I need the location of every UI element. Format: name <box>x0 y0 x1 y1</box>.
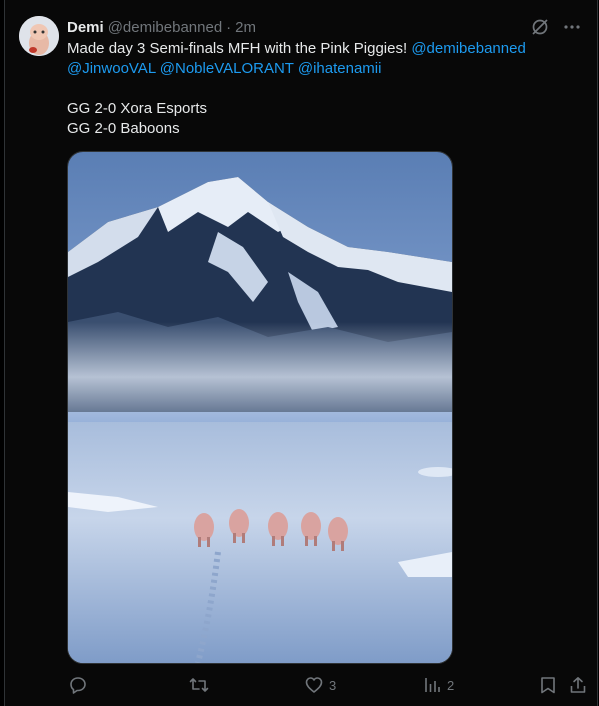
retweet-icon <box>189 678 209 692</box>
views-button[interactable]: 2 <box>423 674 454 696</box>
user-handle[interactable]: @demibebanned <box>108 19 222 36</box>
tweet-text: Made day 3 Semi-finals MFH with the Pink… <box>67 39 567 139</box>
bookmark-icon <box>541 677 555 694</box>
mention-link[interactable]: @demibebanned <box>411 40 525 57</box>
share-icon <box>570 677 586 693</box>
mention-link[interactable]: @ihatenamii <box>298 60 382 77</box>
tweet-line-2: @JinwooVAL @NobleVALORANT @ihatenamii <box>67 59 567 79</box>
views-icon <box>425 678 440 692</box>
like-count: 3 <box>329 677 337 693</box>
tweet-card[interactable]: Demi @demibebanned · 2m Made day 3 Semi-… <box>4 0 598 706</box>
heart-icon <box>305 677 323 693</box>
action-bar: 3 2 <box>67 674 587 698</box>
more-options-icon[interactable] <box>561 16 583 38</box>
views-count: 2 <box>447 677 455 693</box>
tweet-text-body: Made day 3 Semi-finals MFH with the Pink… <box>67 40 412 57</box>
timestamp[interactable]: 2m <box>235 19 256 36</box>
display-name[interactable]: Demi <box>67 19 104 36</box>
retweet-button[interactable] <box>189 674 215 696</box>
mention-link[interactable]: @JinwooVAL <box>67 60 156 77</box>
like-button[interactable]: 3 <box>305 674 336 696</box>
bookmark-button[interactable] <box>540 674 556 696</box>
tweet-line-score-2: GG 2-0 Baboons <box>67 120 180 137</box>
mention-link[interactable]: @NobleVALORANT <box>160 60 294 77</box>
share-button[interactable] <box>570 674 586 696</box>
tweet-line-score-1: GG 2-0 Xora Esports <box>67 100 208 117</box>
reply-button[interactable] <box>69 674 93 696</box>
separator-dot: · <box>226 18 232 36</box>
top-right-icons <box>529 16 583 38</box>
avatar[interactable] <box>19 16 59 56</box>
tweet-header: Demi @demibebanned · 2m <box>67 17 256 37</box>
tweet-line-1: Made day 3 Semi-finals MFH with the Pink… <box>67 39 567 59</box>
tweet-image[interactable] <box>67 151 453 664</box>
grok-icon[interactable] <box>529 16 551 38</box>
reply-icon <box>70 677 86 694</box>
